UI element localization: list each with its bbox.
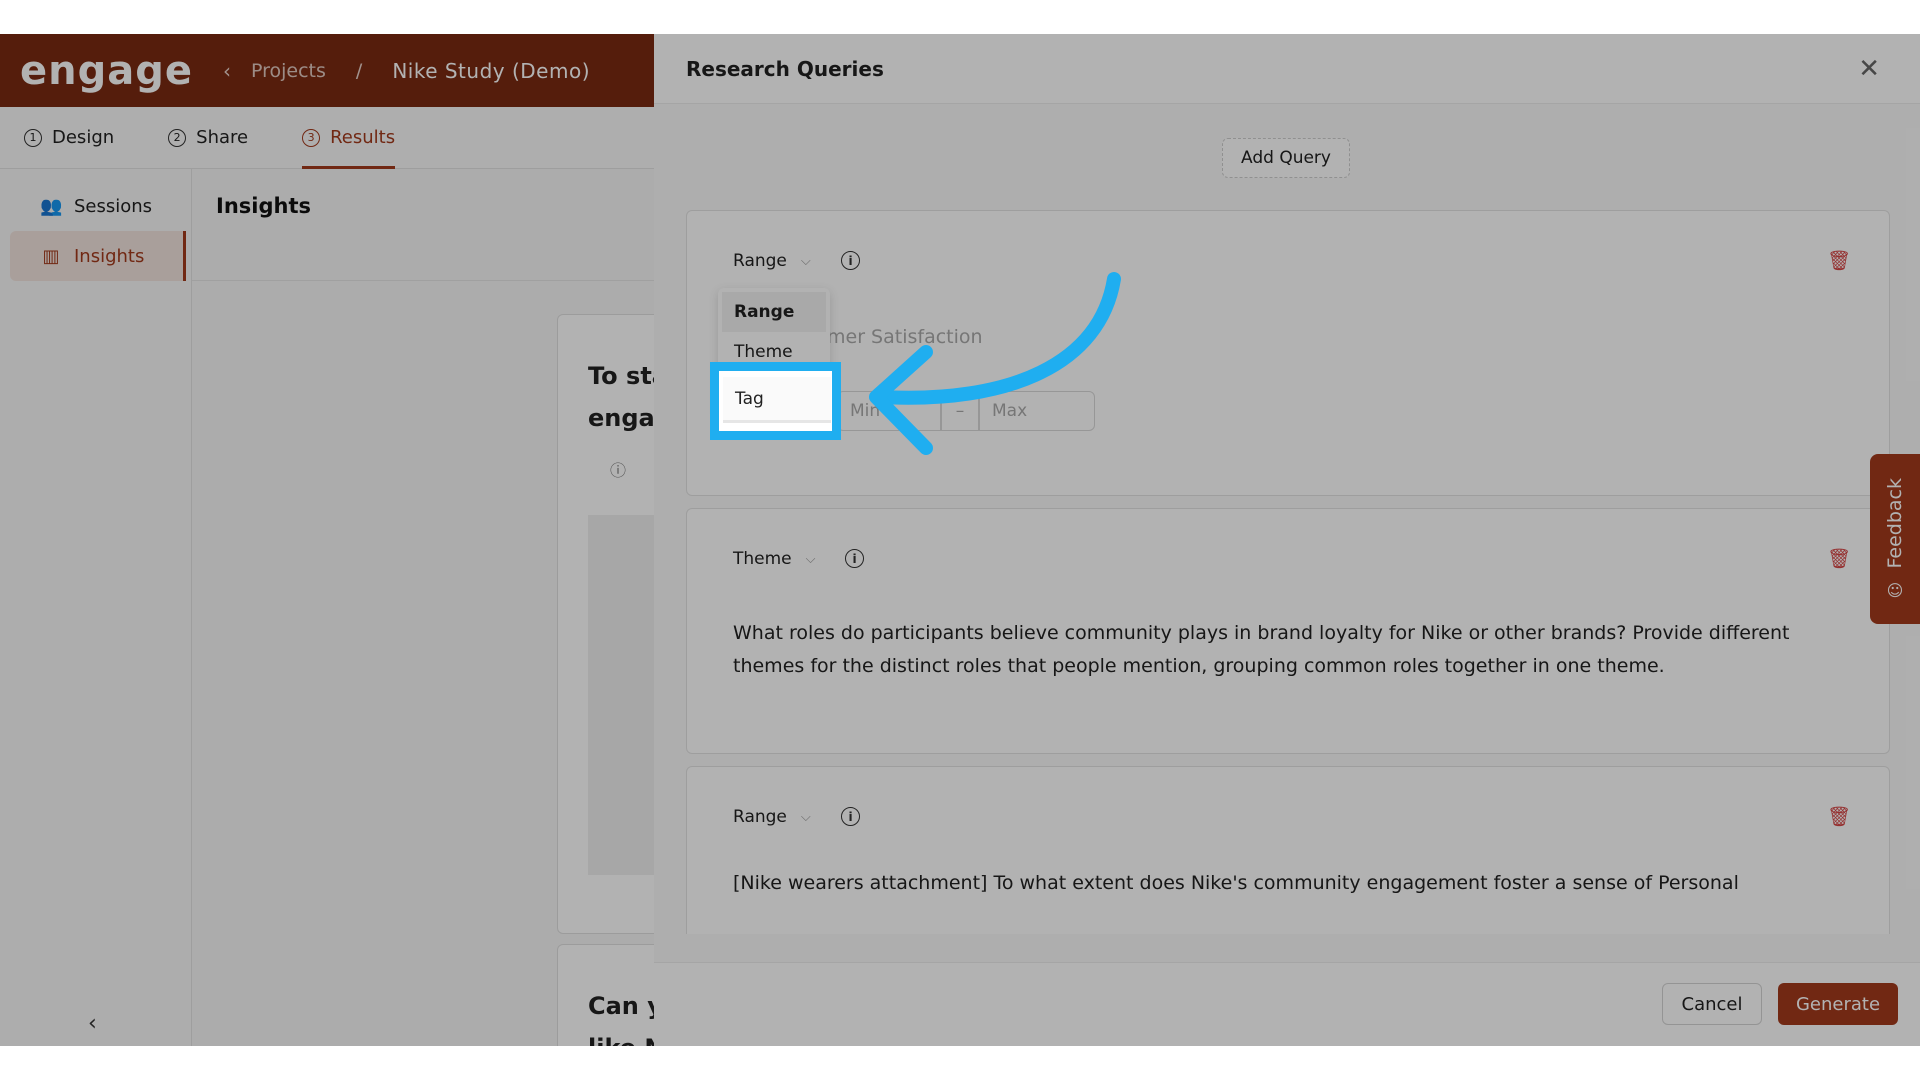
screen-frame: engage ‹ Projects / Nike Study (Demo) 1 … — [0, 34, 1920, 1046]
pointer-arrow-icon — [869, 272, 1121, 455]
